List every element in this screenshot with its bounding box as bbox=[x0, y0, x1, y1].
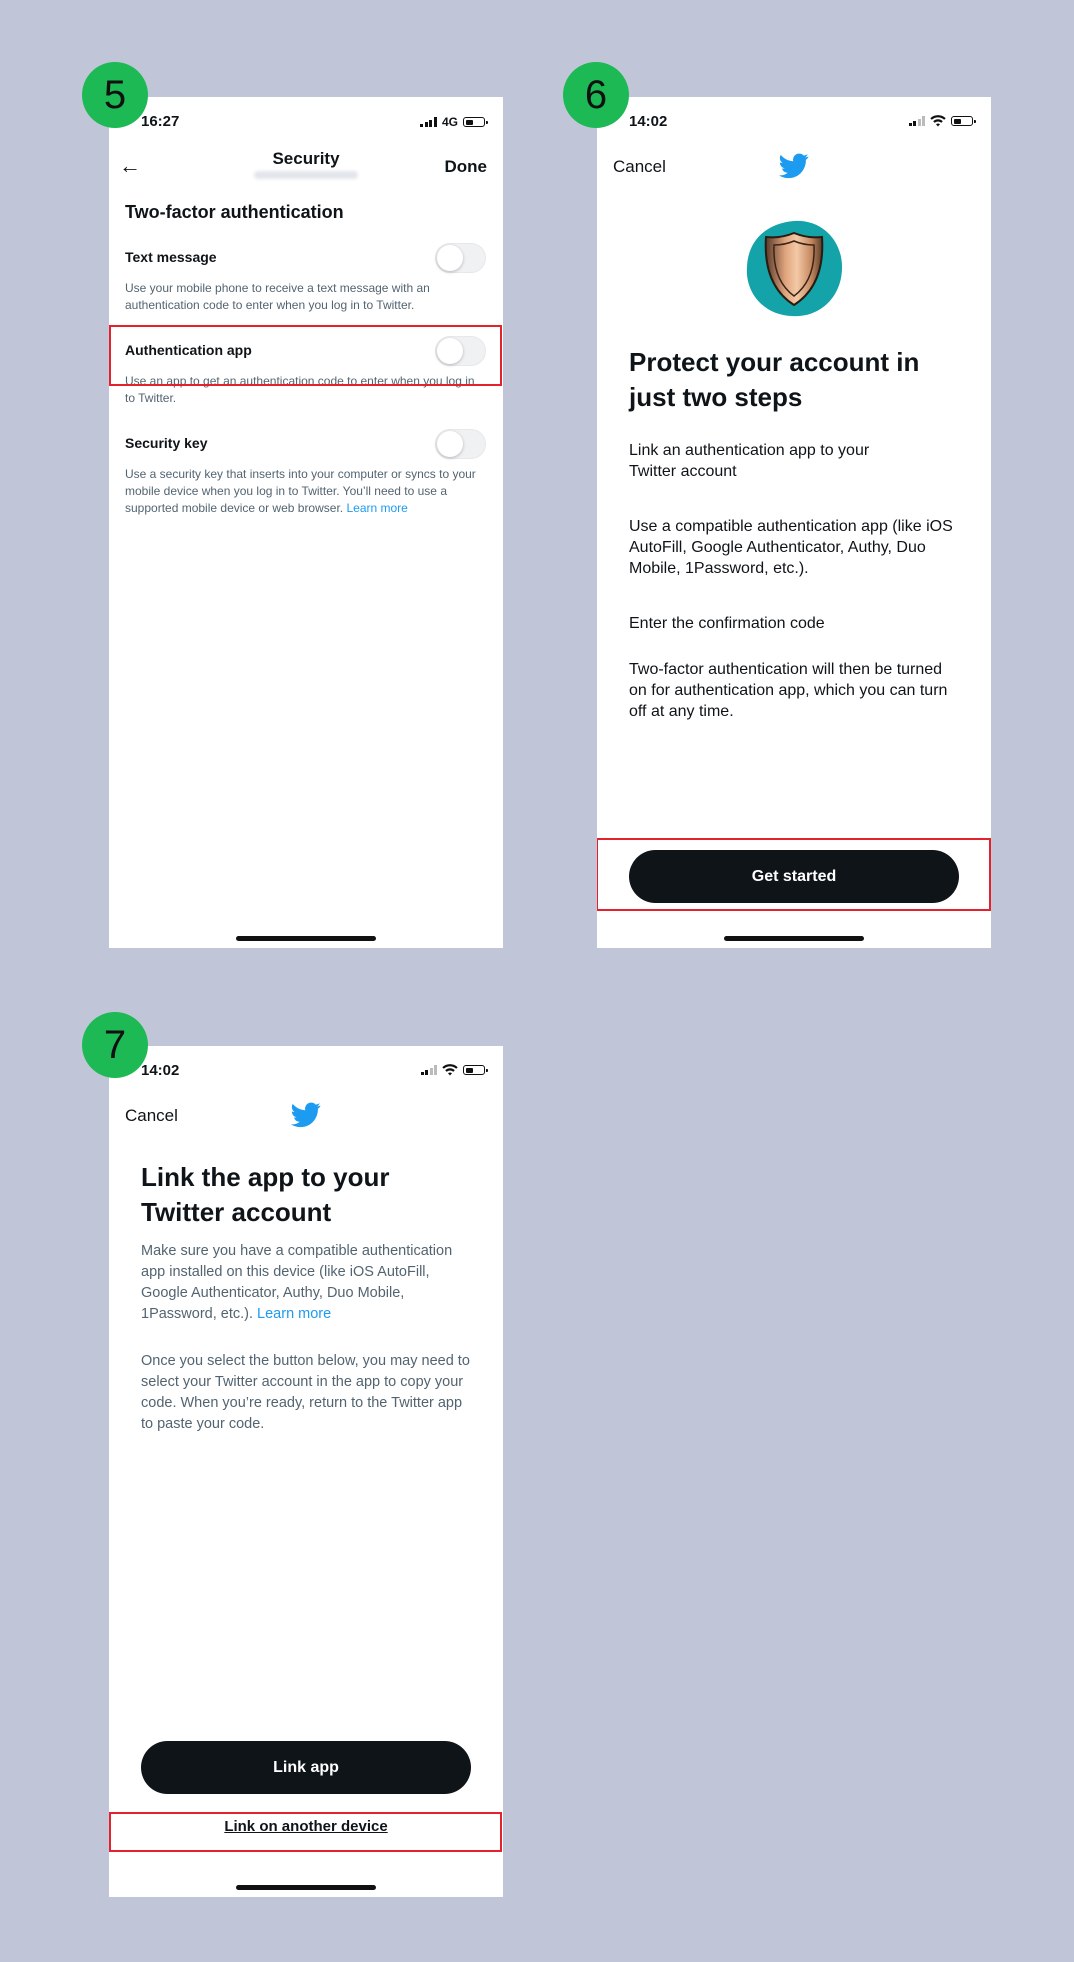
blurred-username bbox=[254, 171, 358, 179]
section-title: Two-factor authentication bbox=[125, 202, 344, 222]
shield-icon bbox=[746, 220, 843, 317]
option-title-security-key: Security key bbox=[125, 435, 208, 451]
paragraph-4: Two-factor authentication will then be t… bbox=[629, 661, 948, 720]
link-app-screen: 14:02 Cancel Link the app to your Twitte… bbox=[109, 1046, 503, 1897]
home-indicator bbox=[724, 936, 864, 941]
learn-more-link[interactable]: Learn more bbox=[346, 501, 407, 515]
protect-account-screen: 14:02 Cancel Protect your account in jus… bbox=[597, 97, 991, 948]
home-indicator bbox=[236, 936, 376, 941]
network-label: 4G bbox=[441, 115, 458, 129]
highlight-box bbox=[597, 838, 991, 911]
cancel-button[interactable]: Cancel bbox=[613, 157, 666, 177]
link-app-button[interactable]: Link app bbox=[141, 1741, 471, 1794]
security-screen: 16:27 4G ← Security Done Two-factor auth… bbox=[109, 97, 503, 948]
status-bar: 16:27 4G bbox=[109, 113, 503, 133]
twitter-bird-icon bbox=[291, 1102, 321, 1128]
status-time: 14:02 bbox=[141, 1062, 180, 1079]
highlight-box bbox=[109, 1812, 502, 1852]
step-badge-7: 7 bbox=[82, 1012, 148, 1078]
done-button[interactable]: Done bbox=[445, 157, 488, 177]
status-bar: 14:02 bbox=[109, 1062, 503, 1082]
paragraph-2: Use a compatible authentication app (lik… bbox=[629, 518, 953, 577]
paragraph-3: Enter the confirmation code bbox=[629, 615, 825, 632]
wifi-icon bbox=[442, 1064, 458, 1076]
option-desc-text-message: Use your mobile phone to receive a text … bbox=[125, 281, 430, 312]
battery-icon bbox=[463, 117, 488, 127]
paragraph-1: Make sure you have a compatible authenti… bbox=[141, 1241, 476, 1325]
status-time: 16:27 bbox=[141, 113, 180, 130]
option-desc-security-key: Use a security key that inserts into you… bbox=[125, 466, 480, 517]
battery-icon bbox=[951, 116, 976, 126]
status-bar: 14:02 bbox=[597, 113, 991, 133]
twitter-bird-icon bbox=[779, 153, 809, 179]
status-time: 14:02 bbox=[629, 113, 668, 130]
home-indicator bbox=[236, 1885, 376, 1890]
toggle-text-message[interactable] bbox=[435, 243, 486, 273]
learn-more-link[interactable]: Learn more bbox=[257, 1306, 331, 1322]
signal-icon bbox=[420, 1065, 437, 1075]
option-title-text-message: Text message bbox=[125, 249, 217, 265]
step-badge-5: 5 bbox=[82, 62, 148, 128]
paragraph-1: Link an authentication app to your Twitt… bbox=[629, 442, 870, 480]
paragraph-2: Once you select the button below, you ma… bbox=[141, 1353, 470, 1432]
signal-icon bbox=[908, 116, 925, 126]
step-badge-6: 6 bbox=[563, 62, 629, 128]
signal-icon bbox=[420, 117, 437, 127]
wifi-icon bbox=[930, 115, 946, 127]
security-key-desc-text: Use a security key that inserts into you… bbox=[125, 467, 476, 515]
page-title: Link the app to your Twitter account bbox=[141, 1162, 390, 1227]
battery-icon bbox=[463, 1065, 488, 1075]
cancel-button[interactable]: Cancel bbox=[125, 1106, 178, 1126]
page-title: Protect your account in just two steps bbox=[629, 347, 920, 412]
toggle-security-key[interactable] bbox=[435, 429, 486, 459]
highlight-box bbox=[109, 325, 502, 386]
